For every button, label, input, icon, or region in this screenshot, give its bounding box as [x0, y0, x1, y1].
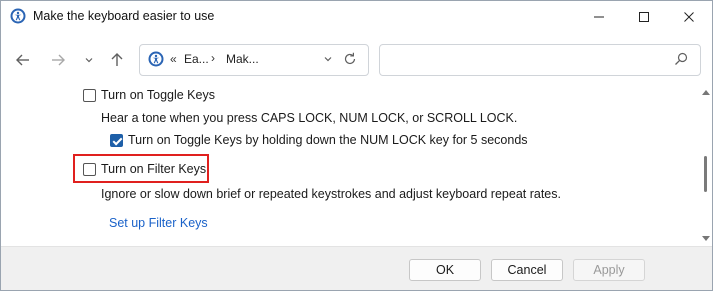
address-bar[interactable]: « Ea... › Mak... — [139, 44, 369, 76]
up-button[interactable] — [105, 48, 129, 72]
back-button[interactable] — [11, 48, 35, 72]
close-icon — [684, 11, 694, 22]
refresh-icon — [344, 52, 356, 65]
toggle-keys-numlock-label[interactable]: Turn on Toggle Keys by holding down the … — [128, 133, 528, 147]
toggle-keys-label[interactable]: Turn on Toggle Keys — [101, 88, 215, 102]
arrow-up-icon — [111, 53, 123, 66]
arrow-left-icon — [16, 54, 29, 66]
filter-keys-label[interactable]: Turn on Filter Keys — [101, 162, 206, 176]
title-bar: Make the keyboard easier to use — [1, 1, 712, 32]
breadcrumb-ease-of-access[interactable]: Ea... — [184, 52, 209, 66]
scroll-down-arrow-icon[interactable] — [702, 236, 710, 241]
window-title: Make the keyboard easier to use — [33, 9, 215, 23]
ease-of-access-icon — [148, 51, 164, 67]
settings-content: Turn on Toggle Keys Hear a tone when you… — [1, 86, 699, 246]
search-box[interactable] — [379, 44, 701, 76]
close-button[interactable] — [666, 1, 712, 32]
scroll-up-arrow-icon[interactable] — [702, 90, 710, 95]
ok-button[interactable]: OK — [409, 259, 481, 281]
recent-locations-button[interactable] — [77, 48, 101, 72]
search-icon — [674, 52, 690, 68]
minimize-button[interactable] — [576, 1, 622, 32]
forward-button[interactable] — [46, 48, 70, 72]
minimize-icon — [594, 16, 604, 17]
ease-of-access-icon — [10, 8, 26, 24]
chevron-down-icon — [85, 58, 93, 63]
cancel-button[interactable]: Cancel — [491, 259, 563, 281]
keyboard-settings-window: Make the keyboard easier to use « Ea... … — [0, 0, 713, 291]
arrow-right-icon — [52, 54, 65, 66]
scrollbar-thumb[interactable] — [704, 156, 707, 192]
apply-button[interactable]: Apply — [573, 259, 645, 281]
navigation-bar: « Ea... › Mak... — [1, 32, 712, 86]
vertical-scrollbar[interactable] — [700, 86, 712, 246]
toggle-keys-description: Hear a tone when you press CAPS LOCK, NU… — [101, 111, 518, 125]
toggle-keys-numlock-checkbox[interactable] — [110, 134, 123, 147]
maximize-icon — [639, 11, 649, 22]
dialog-footer: OK Cancel Apply — [1, 246, 712, 290]
breadcrumb-make-keyboard[interactable]: Mak... — [226, 52, 259, 66]
refresh-button[interactable] — [341, 50, 359, 68]
toggle-keys-checkbox[interactable] — [83, 89, 96, 102]
breadcrumb-overflow[interactable]: « — [170, 52, 177, 66]
filter-keys-checkbox[interactable] — [83, 163, 96, 176]
setup-filter-keys-link[interactable]: Set up Filter Keys — [109, 216, 208, 230]
filter-keys-description: Ignore or slow down brief or repeated ke… — [101, 187, 561, 201]
chevron-down-icon — [324, 57, 332, 62]
breadcrumb-separator[interactable]: › — [211, 51, 215, 65]
address-dropdown-button[interactable] — [319, 50, 337, 68]
maximize-button[interactable] — [621, 1, 667, 32]
